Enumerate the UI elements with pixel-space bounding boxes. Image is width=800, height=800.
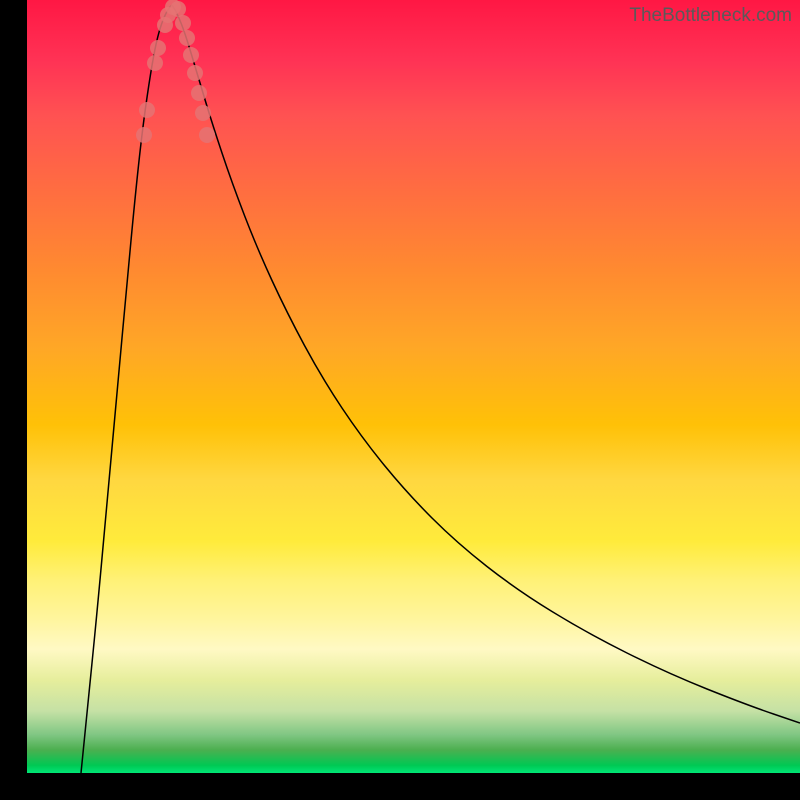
watermark-text: TheBottleneck.com [629, 5, 792, 27]
chart-background [27, 0, 800, 773]
